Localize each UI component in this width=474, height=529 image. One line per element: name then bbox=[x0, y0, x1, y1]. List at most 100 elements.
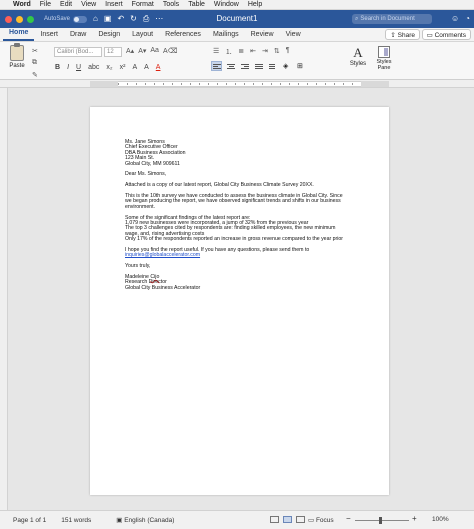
tab-review[interactable]: Review bbox=[245, 31, 280, 41]
save-icon[interactable]: ▣ bbox=[104, 14, 112, 24]
clipboard-icon bbox=[10, 43, 24, 61]
styles-button[interactable]: A Styles bbox=[346, 45, 370, 67]
account-icon[interactable]: ◔ bbox=[465, 14, 470, 23]
align-right-button[interactable] bbox=[239, 61, 250, 71]
cut-icon[interactable]: ✂ bbox=[32, 47, 38, 55]
autosave-toggle[interactable] bbox=[73, 15, 88, 23]
menu-window[interactable]: Window bbox=[214, 1, 239, 8]
menu-view[interactable]: View bbox=[81, 1, 96, 8]
ribbon-home: Paste ✂ ⧉ ✎ Calibri (Bod... 12 A▴ A▾ Aa … bbox=[0, 42, 474, 80]
tab-insert[interactable]: Insert bbox=[34, 31, 64, 41]
more-icon[interactable]: ⋯ bbox=[155, 14, 163, 24]
menu-format[interactable]: Format bbox=[132, 1, 154, 8]
italic-button[interactable]: I bbox=[67, 64, 69, 71]
word-count[interactable]: 151 words bbox=[61, 517, 91, 524]
autosave-label: AutoSave bbox=[44, 16, 71, 22]
zoom-window-button[interactable] bbox=[27, 15, 34, 23]
grow-font-icon[interactable]: A▴ bbox=[126, 47, 134, 55]
ruler-ticks bbox=[118, 83, 361, 85]
show-marks-icon[interactable]: ¶ bbox=[286, 47, 290, 57]
font-color-button[interactable]: A bbox=[156, 64, 161, 71]
change-case-icon[interactable]: Aa bbox=[150, 47, 159, 55]
font-size-tools: A▴ A▾ Aa A⌫ bbox=[126, 47, 178, 55]
vertical-ruler[interactable] bbox=[0, 88, 8, 510]
minimize-window-button[interactable] bbox=[16, 15, 23, 23]
line-spacing-button[interactable] bbox=[267, 61, 278, 71]
bullets-icon[interactable]: ☰ bbox=[213, 47, 219, 57]
window-title-bar: AutoSave ⌂ ▣ ↶ ↻ ⎙ ⋯ Document1 ⌕ Search … bbox=[0, 10, 474, 28]
smiley-icon[interactable]: ☺ bbox=[451, 14, 459, 23]
close-window-button[interactable] bbox=[5, 15, 12, 23]
styles-pane-button[interactable]: Styles Pane bbox=[372, 45, 396, 71]
superscript-button[interactable]: x² bbox=[120, 64, 126, 71]
language-label: English (Canada) bbox=[124, 517, 175, 524]
autosave-control[interactable]: AutoSave bbox=[44, 15, 88, 23]
print-icon[interactable]: ⎙ bbox=[143, 14, 149, 24]
zoom-slider[interactable] bbox=[355, 517, 409, 524]
decrease-indent-icon[interactable]: ⇤ bbox=[250, 47, 256, 57]
tab-home[interactable]: Home bbox=[3, 29, 35, 41]
shading-button[interactable]: ◈ bbox=[281, 61, 292, 71]
text-effects-button[interactable]: A bbox=[132, 64, 137, 71]
menu-table[interactable]: Table bbox=[188, 1, 205, 8]
justify-button[interactable] bbox=[253, 61, 264, 71]
clear-formatting-icon[interactable]: A⌫ bbox=[163, 47, 178, 55]
menu-edit[interactable]: Edit bbox=[60, 1, 72, 8]
home-icon[interactable]: ⌂ bbox=[93, 14, 98, 24]
shrink-font-icon[interactable]: A▾ bbox=[138, 47, 146, 55]
paragraph-2-line-2: we began producing the report, we have o… bbox=[125, 198, 341, 205]
multilevel-list-icon[interactable]: ≣ bbox=[238, 47, 244, 57]
share-label: Share bbox=[397, 32, 415, 39]
document-page[interactable]: Ms. Jane Simons Chief Executive Officer … bbox=[90, 107, 389, 495]
underline-button[interactable]: U bbox=[76, 64, 81, 71]
paste-label: Paste bbox=[9, 63, 25, 69]
print-layout-icon[interactable] bbox=[283, 516, 292, 523]
copy-icon[interactable]: ⧉ bbox=[32, 59, 38, 67]
document-canvas[interactable]: Ms. Jane Simons Chief Executive Officer … bbox=[8, 88, 474, 510]
redo-icon[interactable]: ↻ bbox=[130, 14, 137, 24]
zoom-level[interactable]: 100% bbox=[432, 516, 449, 523]
search-icon: ⌕ bbox=[355, 15, 359, 22]
align-center-button[interactable] bbox=[225, 61, 236, 71]
horizontal-ruler[interactable] bbox=[0, 80, 474, 88]
web-layout-icon[interactable] bbox=[296, 516, 305, 523]
share-button[interactable]: ⇪ Share bbox=[385, 29, 420, 40]
tab-layout[interactable]: Layout bbox=[126, 31, 159, 41]
subscript-button[interactable]: x₂ bbox=[106, 64, 112, 71]
bold-button[interactable]: B bbox=[55, 64, 60, 71]
tab-references[interactable]: References bbox=[159, 31, 207, 41]
menu-insert[interactable]: Insert bbox=[105, 1, 123, 8]
zoom-out-button[interactable]: − bbox=[346, 514, 351, 523]
menu-tools[interactable]: Tools bbox=[163, 1, 179, 8]
undo-icon[interactable]: ↶ bbox=[117, 14, 124, 24]
comments-button[interactable]: ▭ Comments bbox=[421, 29, 471, 40]
menu-help[interactable]: Help bbox=[248, 1, 262, 8]
tab-view[interactable]: View bbox=[280, 31, 307, 41]
paste-button[interactable]: Paste bbox=[6, 43, 28, 69]
font-size-select[interactable]: 12 bbox=[104, 47, 122, 57]
borders-button[interactable]: ⊞ bbox=[295, 61, 306, 71]
format-painter-icon[interactable]: ✎ bbox=[32, 71, 38, 79]
search-placeholder: Search in Document bbox=[360, 16, 415, 22]
tab-mailings[interactable]: Mailings bbox=[207, 31, 245, 41]
view-buttons bbox=[270, 516, 305, 523]
ribbon-tabs: Home Insert Draw Design Layout Reference… bbox=[0, 28, 474, 42]
tab-design[interactable]: Design bbox=[92, 31, 126, 41]
menu-word[interactable]: Word bbox=[13, 1, 31, 8]
zoom-in-button[interactable]: + bbox=[412, 514, 417, 523]
read-mode-icon[interactable] bbox=[270, 516, 279, 523]
focus-button[interactable]: ▭ Focus bbox=[308, 516, 334, 524]
language-indicator[interactable]: ▣ English (Canada) bbox=[116, 516, 174, 524]
tab-draw[interactable]: Draw bbox=[64, 31, 92, 41]
align-left-button[interactable] bbox=[211, 61, 222, 71]
search-input[interactable]: ⌕ Search in Document bbox=[352, 14, 432, 24]
sort-icon[interactable]: ⇅ bbox=[274, 47, 280, 57]
page-count[interactable]: Page 1 of 1 bbox=[13, 517, 46, 524]
numbering-icon[interactable]: ⒈ bbox=[225, 47, 232, 57]
highlight-button[interactable]: A bbox=[144, 64, 149, 71]
strikethrough-button[interactable]: abc bbox=[88, 64, 99, 71]
menu-file[interactable]: File bbox=[40, 1, 51, 8]
letter-body[interactable]: Ms. Jane Simons Chief Executive Officer … bbox=[125, 139, 357, 291]
font-name-select[interactable]: Calibri (Bod... bbox=[54, 47, 102, 57]
increase-indent-icon[interactable]: ⇥ bbox=[262, 47, 268, 57]
